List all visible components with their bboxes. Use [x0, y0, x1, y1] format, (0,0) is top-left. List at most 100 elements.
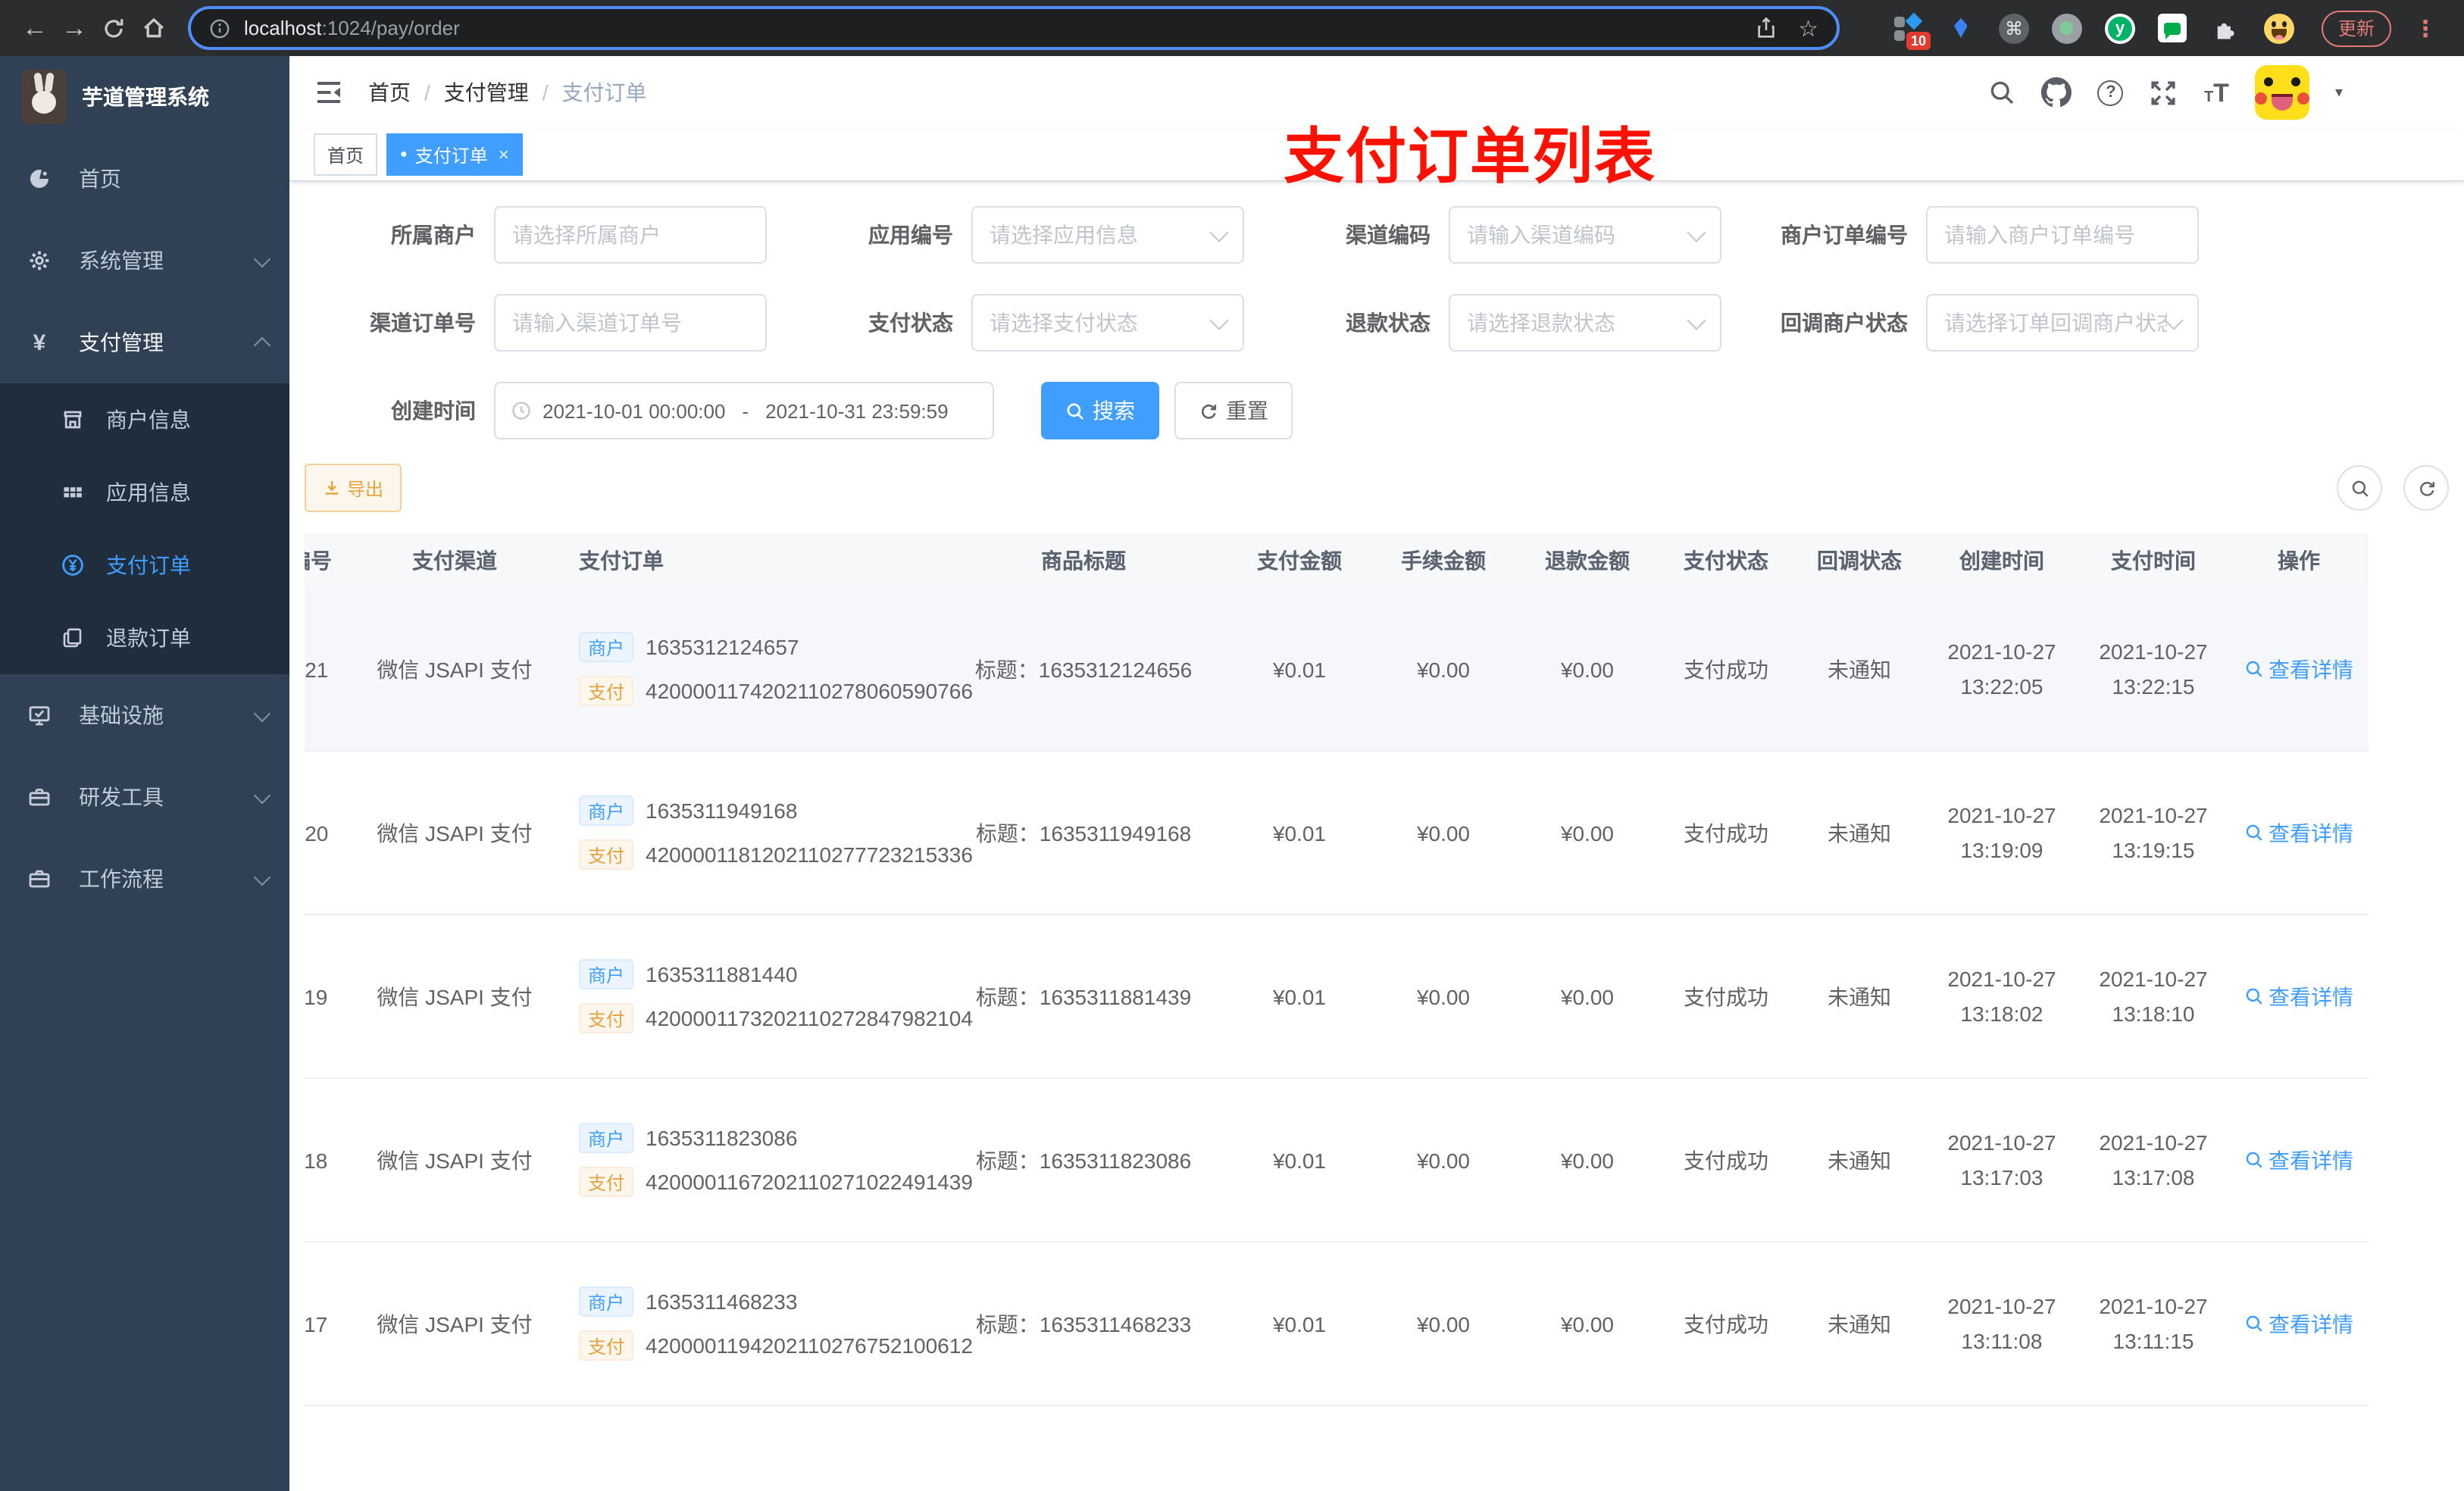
extension-chat-icon[interactable] [2156, 11, 2190, 45]
cell-amount: ¥0.01 [1227, 914, 1371, 1078]
breadcrumb-pay-mgmt[interactable]: 支付管理 [444, 77, 529, 108]
col-header-action: 操作 [2229, 533, 2369, 588]
refresh-table-button[interactable] [2403, 465, 2449, 511]
fullscreen-icon[interactable] [2150, 78, 2178, 107]
user-avatar[interactable] [2254, 65, 2309, 120]
browser-reload-icon[interactable] [94, 8, 133, 48]
browser-menu-icon[interactable]: ⋮ [2411, 14, 2440, 42]
cell-status: 支付成功 [1659, 914, 1793, 1078]
share-icon[interactable] [1754, 17, 1777, 39]
merchant-tag: 商户 [579, 796, 634, 826]
chevron-down-icon [1687, 222, 1706, 242]
close-icon[interactable]: × [499, 144, 509, 165]
browser-forward-icon[interactable]: → [55, 8, 94, 48]
sidebar-item-system[interactable]: 系统管理 [0, 220, 289, 302]
cell-status: 支付成功 [1659, 1077, 1793, 1242]
sidebar-item-label: 首页 [79, 167, 121, 191]
view-detail-link[interactable]: 查看详情 [2244, 817, 2353, 848]
cell-fee: ¥0.00 [1371, 750, 1515, 914]
bookmark-star-icon[interactable]: ☆ [1798, 14, 1818, 42]
extensions-puzzle-icon[interactable] [2209, 11, 2243, 45]
extension-sketch-icon[interactable] [1944, 11, 1978, 45]
profile-avatar-icon[interactable] [2262, 11, 2296, 45]
extension-workona-icon[interactable]: 10 [1891, 11, 1931, 49]
browser-chrome: ← → localhost:1024/pay/order ☆ 10 ⌘ y 更新… [0, 0, 2464, 56]
search-button[interactable]: 搜索 [1041, 382, 1159, 439]
cell-refund: ¥0.00 [1515, 750, 1659, 914]
app-id-select[interactable]: 请选择应用信息 [971, 206, 1244, 264]
tab-home[interactable]: 首页 [314, 133, 378, 176]
reset-button[interactable]: 重置 [1174, 382, 1293, 439]
sidebar-item-label: 工作流程 [79, 867, 164, 891]
chevron-down-icon [253, 867, 271, 886]
pay-status-select[interactable]: 请选择支付状态 [971, 294, 1244, 352]
tab-label: 支付订单 [414, 145, 488, 166]
col-header-order: 支付订单 [546, 533, 940, 588]
table-toolbar: 导出 [305, 464, 2449, 512]
sidebar-item-merchant-info[interactable]: 商户信息 [0, 383, 289, 456]
cell-status: 支付成功 [1659, 588, 1793, 751]
search-icon[interactable] [1989, 79, 2016, 106]
sidebar-item-workflow[interactable]: 工作流程 [0, 838, 289, 920]
hamburger-icon[interactable] [314, 77, 344, 108]
merchant-order-no: 1635311881440 [646, 962, 798, 986]
site-info-icon[interactable] [209, 17, 230, 39]
breadcrumb-home[interactable]: 首页 [368, 77, 411, 108]
merchant-input[interactable]: 请选择所属商户 [494, 206, 767, 264]
browser-update-button[interactable]: 更新 [2321, 10, 2391, 46]
sidebar-item-refund-order[interactable]: 退款订单 [0, 602, 289, 674]
search-icon [2246, 1315, 2262, 1332]
browser-home-icon[interactable] [133, 8, 173, 48]
channel-code-select[interactable]: 请输入渠道编码 [1449, 206, 1721, 264]
col-header-paid: 支付时间 [2078, 533, 2229, 588]
yen-icon: ¥ [33, 330, 46, 355]
breadcrumb: 首页 / 支付管理 / 支付订单 [368, 77, 647, 108]
notify-status-select[interactable]: 请选择订单回调商户状态 [1926, 294, 2199, 352]
cell-order: 商户 1635311881440 支付 42000011732021102728… [546, 914, 973, 1078]
toggle-search-button[interactable] [2337, 465, 2382, 511]
view-detail-link[interactable]: 查看详情 [2244, 1308, 2353, 1339]
pay-tag: 支付 [579, 1330, 634, 1361]
app-logo[interactable]: 芋道管理系统 [0, 56, 289, 138]
view-detail-link[interactable]: 查看详情 [2244, 654, 2353, 684]
channel-order-no-input[interactable]: 请输入渠道订单号 [494, 294, 767, 352]
filter-channel-order-no: 渠道订单号 请输入渠道订单号 [309, 294, 767, 352]
sidebar-item-devtools[interactable]: 研发工具 [0, 756, 289, 838]
extension-command-icon[interactable]: ⌘ [1997, 11, 2031, 45]
cell-fee: ¥0.00 [1371, 914, 1515, 1078]
font-size-icon[interactable]: TT [2204, 80, 2229, 105]
download-icon [325, 481, 339, 495]
chevron-down-icon [253, 786, 271, 804]
url-text[interactable]: localhost:1024/pay/order [244, 17, 460, 39]
sidebar-item-payment[interactable]: ¥ 支付管理 [0, 302, 289, 383]
sidebar-item-infra[interactable]: 基础设施 [0, 674, 289, 756]
browser-back-icon[interactable]: ← [15, 8, 55, 48]
sidebar-item-pay-order[interactable]: 支付订单 [0, 529, 289, 602]
filter-notify-status: 回调商户状态 请选择订单回调商户状态 [1741, 294, 2199, 352]
view-detail-link[interactable]: 查看详情 [2244, 981, 2353, 1011]
merchant-order-no-input[interactable]: 请输入商户订单编号 [1926, 206, 2199, 264]
extension-y-icon[interactable]: y [2103, 11, 2137, 45]
shop-icon [61, 408, 85, 432]
avatar-dropdown-caret-icon[interactable]: ▾ [2335, 84, 2343, 101]
github-icon[interactable] [2041, 77, 2072, 108]
address-bar[interactable]: localhost:1024/pay/order ☆ [188, 6, 1840, 50]
cell-order: 商户 1635311823086 支付 42000011672021102710… [546, 1077, 973, 1242]
sidebar-item-app-info[interactable]: 应用信息 [0, 456, 289, 529]
cell-order: 商户 1635311251796 [546, 1405, 940, 1491]
cell-amount: ¥0.01 [1227, 750, 1371, 914]
view-detail-link[interactable]: 查看详情 [2244, 1145, 2353, 1175]
pay-tag: 支付 [579, 676, 634, 706]
breadcrumb-separator: / [424, 80, 430, 105]
help-icon[interactable]: ? [2097, 80, 2124, 105]
sidebar-item-home[interactable]: 首页 [0, 138, 289, 220]
grid-icon [61, 480, 85, 505]
tab-pay-order[interactable]: ● 支付订单 × [386, 133, 523, 176]
date-range-input[interactable]: 2021-10-01 00:00:00 - 2021-10-31 23:59:5… [494, 382, 994, 439]
pay-order-no: 4200001194202110276752100612 [646, 1333, 973, 1358]
export-button[interactable]: 导出 [305, 464, 402, 512]
extension-recorder-icon[interactable] [2050, 11, 2084, 45]
merchant-tag: 商户 [579, 1123, 634, 1153]
sidebar-item-label: 退款订单 [106, 626, 191, 650]
refund-status-select[interactable]: 请选择退款状态 [1449, 294, 1721, 352]
